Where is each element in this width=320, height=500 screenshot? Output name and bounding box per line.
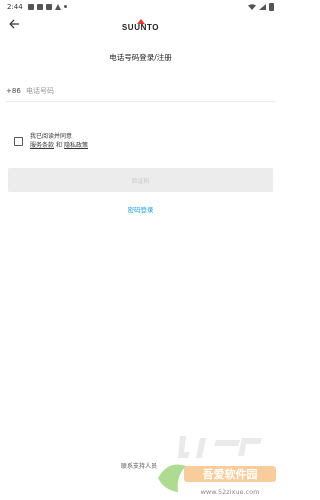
battery-icon	[269, 2, 274, 11]
status-time: 2:44	[7, 2, 23, 11]
app-notification-icon	[36, 3, 43, 10]
watermark-url: www.52zixue.com	[201, 488, 260, 496]
agreement-line2: 服务条款和隐私政策	[30, 141, 88, 150]
terms-of-service-link[interactable]: 服务条款	[30, 142, 54, 149]
gallery-notification-icon	[27, 3, 34, 10]
agreement-text: 我已阅读并同意 服务条款和隐私政策	[30, 132, 88, 150]
agreement-checkbox[interactable]	[14, 137, 23, 146]
phone-number-input[interactable]	[26, 86, 226, 95]
notification-icons	[27, 3, 67, 10]
phone-row: +86	[6, 80, 275, 102]
and-text: 和	[56, 142, 63, 149]
page-title: 电话号码登录/注册	[109, 53, 172, 62]
agreement-line1: 我已阅读并同意	[30, 133, 73, 140]
country-code[interactable]: +86	[6, 87, 26, 95]
wifi-icon	[248, 3, 256, 10]
more-notifications-icon	[63, 5, 67, 8]
logo-text: SUUNTO	[121, 23, 160, 32]
watermark-brush-strokes	[178, 436, 262, 458]
site-watermark: 吾爱软件园 www.52zixue.com	[158, 436, 276, 496]
agreement-row: 我已阅读并同意 服务条款和隐私政策	[14, 132, 88, 150]
suunto-logo: SUUNTO	[0, 19, 281, 32]
header: SUUNTO	[0, 13, 281, 37]
watermark-text: 吾爱软件园	[203, 467, 258, 481]
get-verification-code-button[interactable]: 验证码	[8, 168, 273, 192]
watermark-leaf-icon	[158, 464, 186, 492]
password-login-link[interactable]: 密码登录	[0, 204, 281, 214]
media-notification-icon	[45, 3, 52, 10]
status-bar: 2:44	[0, 0, 281, 13]
signal-icon	[259, 3, 266, 10]
login-screen: 2:44 SUUNTO 电话号码登录/注册 +86 电话号码 我已阅读并同意 服…	[0, 0, 281, 500]
system-icons	[248, 2, 274, 11]
alert-notification-icon	[54, 3, 61, 10]
privacy-policy-link[interactable]: 隐私政策	[64, 142, 88, 149]
